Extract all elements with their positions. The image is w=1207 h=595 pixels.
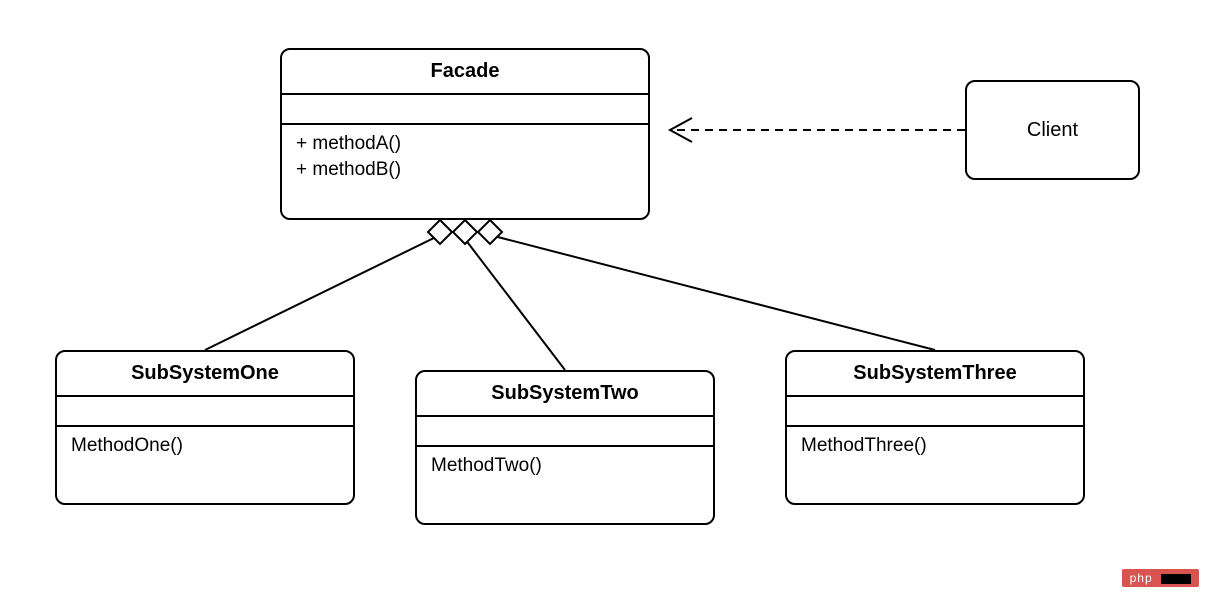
facade-method-b: + methodB() (296, 157, 634, 183)
class-client-label: Client (1027, 119, 1078, 142)
class-facade-title: Facade (282, 50, 648, 95)
watermark-label: php (1130, 571, 1153, 585)
class-subsystem-one: SubSystemOne MethodOne() (55, 350, 355, 505)
class-subsystem-three: SubSystemThree MethodThree() (785, 350, 1085, 505)
watermark-badge: php (1122, 569, 1199, 587)
class-subsystem-one-title: SubSystemOne (57, 352, 353, 397)
class-facade-attributes (282, 95, 648, 125)
class-facade: Facade + methodA() + methodB() (280, 48, 650, 220)
class-subsystem-two-title: SubSystemTwo (417, 372, 713, 417)
class-subsystem-two: SubSystemTwo MethodTwo() (415, 370, 715, 525)
class-subsystem-one-methods: MethodOne() (57, 427, 353, 469)
class-subsystem-three-attributes (787, 397, 1083, 427)
subsystem-two-method: MethodTwo() (431, 453, 699, 479)
class-facade-methods: + methodA() + methodB() (282, 125, 648, 192)
class-client: Client (965, 80, 1140, 180)
class-subsystem-two-attributes (417, 417, 713, 447)
class-subsystem-two-methods: MethodTwo() (417, 447, 713, 489)
class-subsystem-one-attributes (57, 397, 353, 427)
class-subsystem-three-title: SubSystemThree (787, 352, 1083, 397)
subsystem-one-method: MethodOne() (71, 433, 339, 459)
facade-method-a: + methodA() (296, 131, 634, 157)
subsystem-three-method: MethodThree() (801, 433, 1069, 459)
class-subsystem-three-methods: MethodThree() (787, 427, 1083, 469)
